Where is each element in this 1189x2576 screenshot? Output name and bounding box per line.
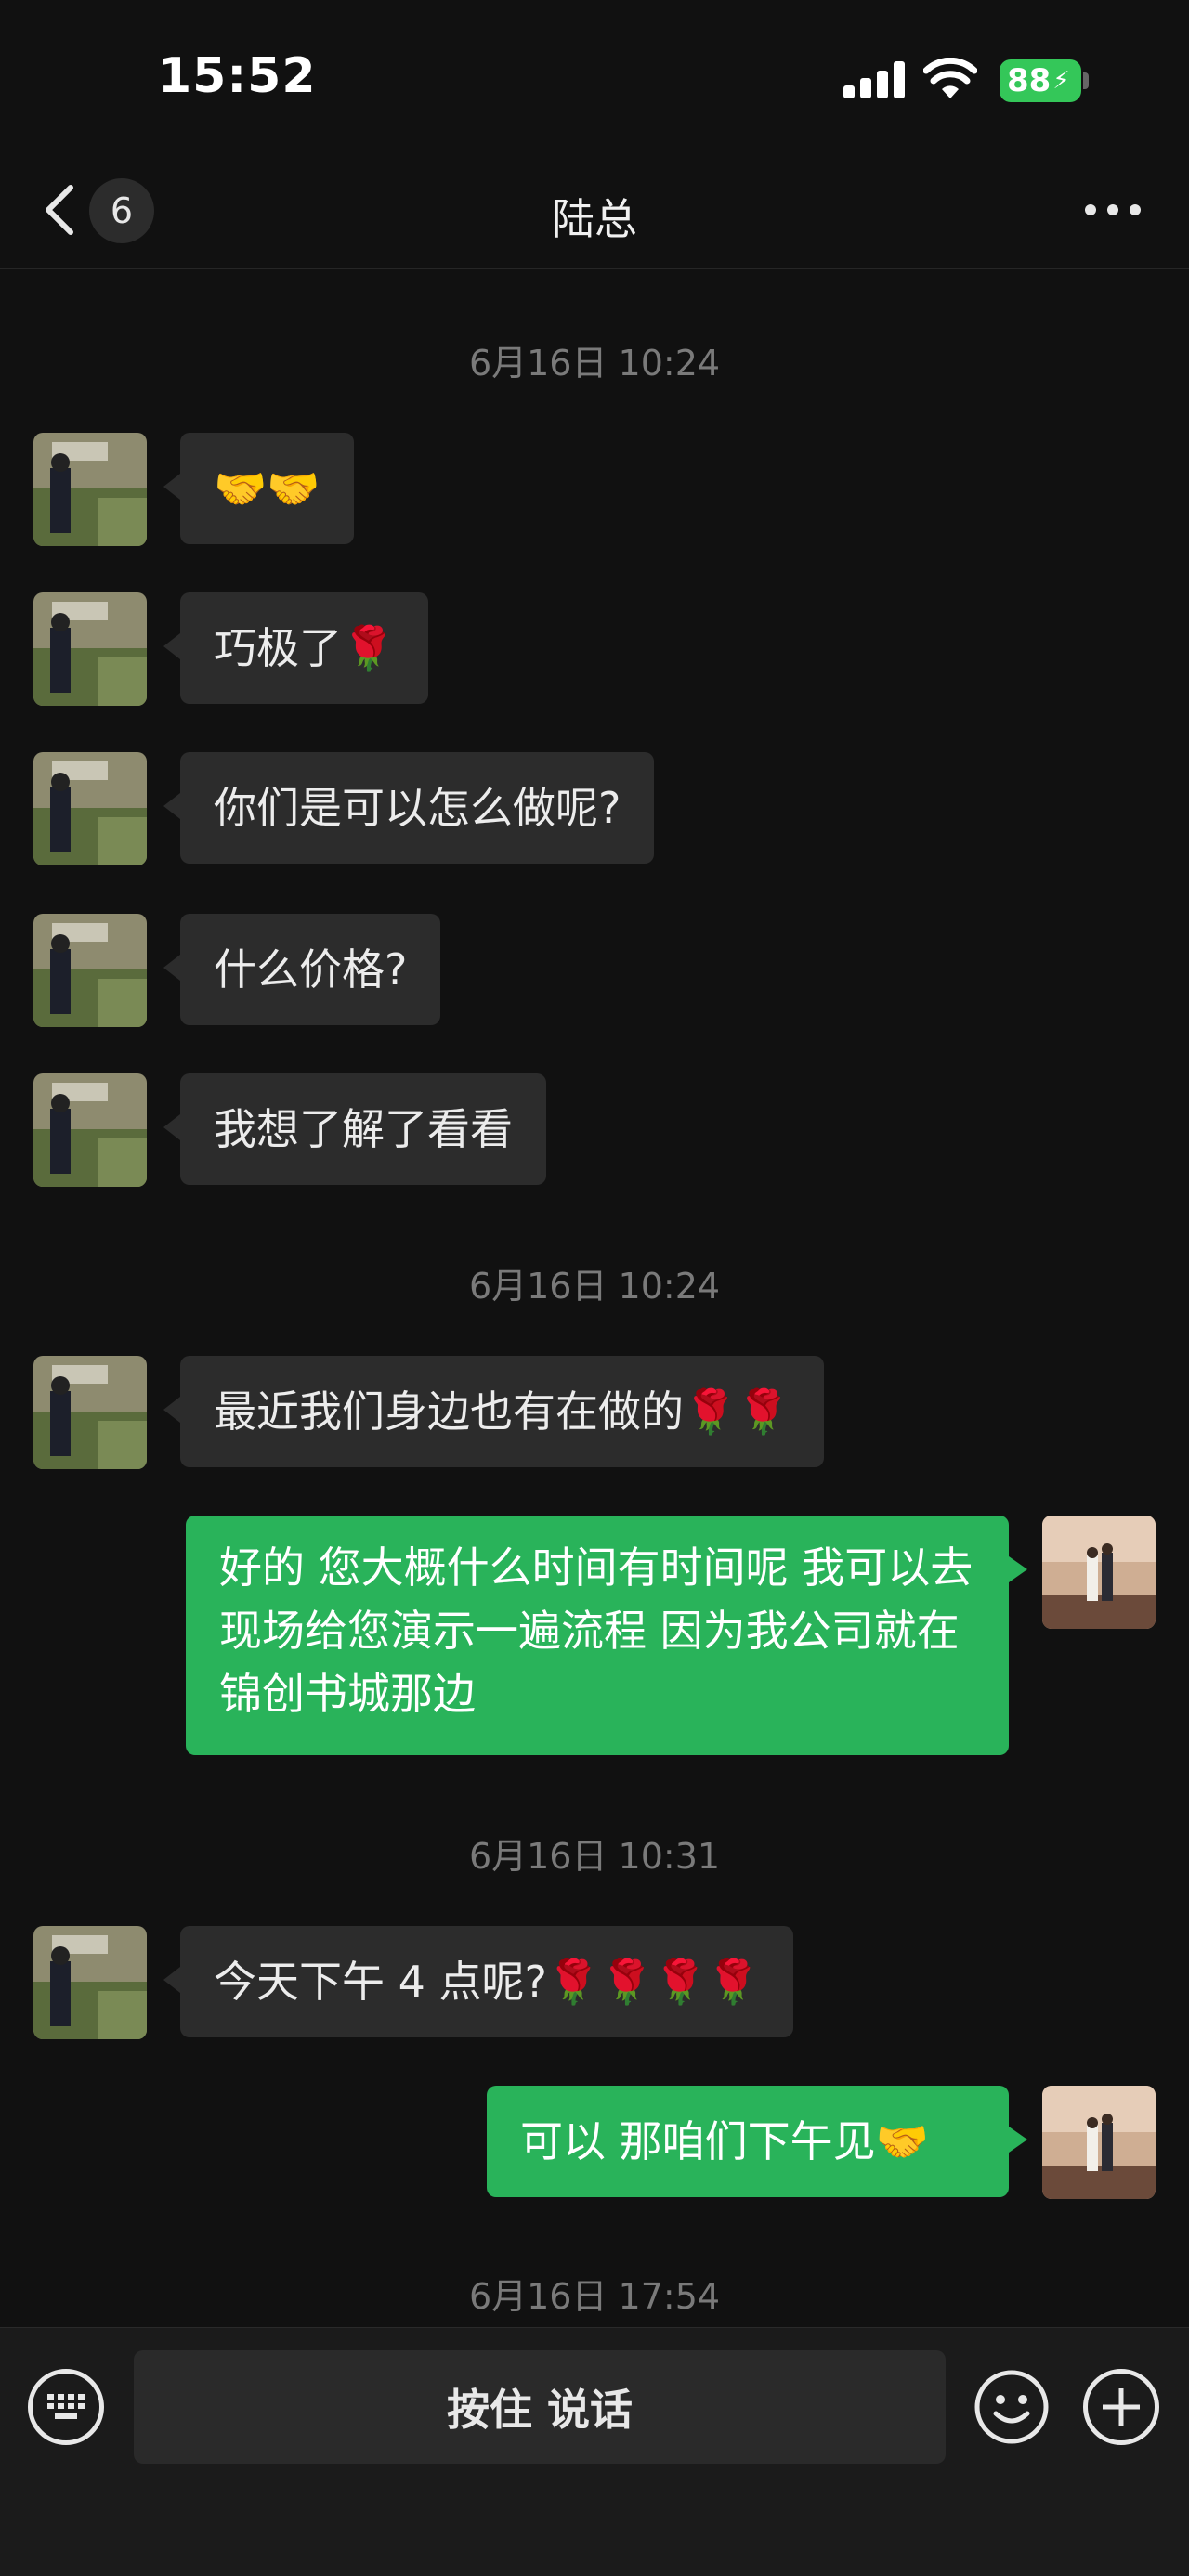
wifi-icon — [923, 58, 977, 98]
incoming-message[interactable]: 最近我们身边也有在做的🌹🌹 — [163, 1356, 824, 1467]
message-timestamp: 6月16日 10:24 — [468, 1266, 721, 1307]
chat-header: 6 陆总 — [0, 158, 1189, 269]
battery-level: 88 — [1007, 62, 1052, 99]
contact-avatar[interactable] — [33, 592, 147, 706]
contact-avatar[interactable] — [33, 433, 147, 546]
charging-bolt-icon: ⚡ — [1052, 67, 1070, 95]
contact-avatar[interactable] — [33, 1926, 147, 2039]
my-avatar[interactable] — [1042, 1516, 1156, 1629]
smiley-icon[interactable] — [973, 2369, 1050, 2445]
my-avatar[interactable] — [1042, 2086, 1156, 2199]
incoming-message[interactable]: 什么价格? — [163, 914, 441, 1025]
battery-indicator: 88 ⚡ — [1000, 59, 1081, 102]
chat-title: 陆总 — [552, 194, 637, 244]
incoming-message[interactable]: 🤝🤝 — [163, 433, 354, 544]
status-time: 15:52 — [158, 48, 317, 104]
outgoing-message[interactable]: 好的 您大概什么时间有时间呢 我可以去现场给您演示一遍流程 因为我公司就在锦创书… — [186, 1516, 1027, 1755]
message-timestamp: 6月16日 17:54 — [468, 2276, 721, 2317]
status-bar: 15:52 88 ⚡ — [0, 0, 1189, 158]
incoming-message[interactable]: 今天下午 4 点呢?🌹🌹🌹🌹 — [163, 1926, 794, 2037]
message-timestamp: 6月16日 10:31 — [468, 1836, 721, 1877]
battery-tip — [1083, 72, 1089, 89]
contact-avatar[interactable] — [33, 1073, 147, 1187]
more-dots-icon[interactable] — [1085, 204, 1141, 219]
incoming-message[interactable]: 你们是可以怎么做呢? — [163, 752, 655, 864]
keyboard-icon[interactable] — [28, 2369, 104, 2445]
message-timestamp: 6月16日 10:24 — [468, 343, 721, 384]
contact-avatar[interactable] — [33, 1356, 147, 1469]
plus-circle-icon[interactable] — [1083, 2369, 1159, 2445]
incoming-message[interactable]: 巧极了🌹 — [163, 592, 429, 704]
chat-input-bar: 按住 说话 — [0, 2327, 1189, 2576]
contact-avatar[interactable] — [33, 914, 147, 1027]
contact-avatar[interactable] — [33, 752, 147, 865]
cellular-signal-icon — [843, 61, 907, 98]
hold-to-talk-button[interactable]: 按住 说话 — [134, 2350, 946, 2464]
outgoing-message[interactable]: 可以 那咱们下午见🤝 — [487, 2086, 1027, 2197]
incoming-message[interactable]: 我想了解了看看 — [163, 1073, 546, 1185]
